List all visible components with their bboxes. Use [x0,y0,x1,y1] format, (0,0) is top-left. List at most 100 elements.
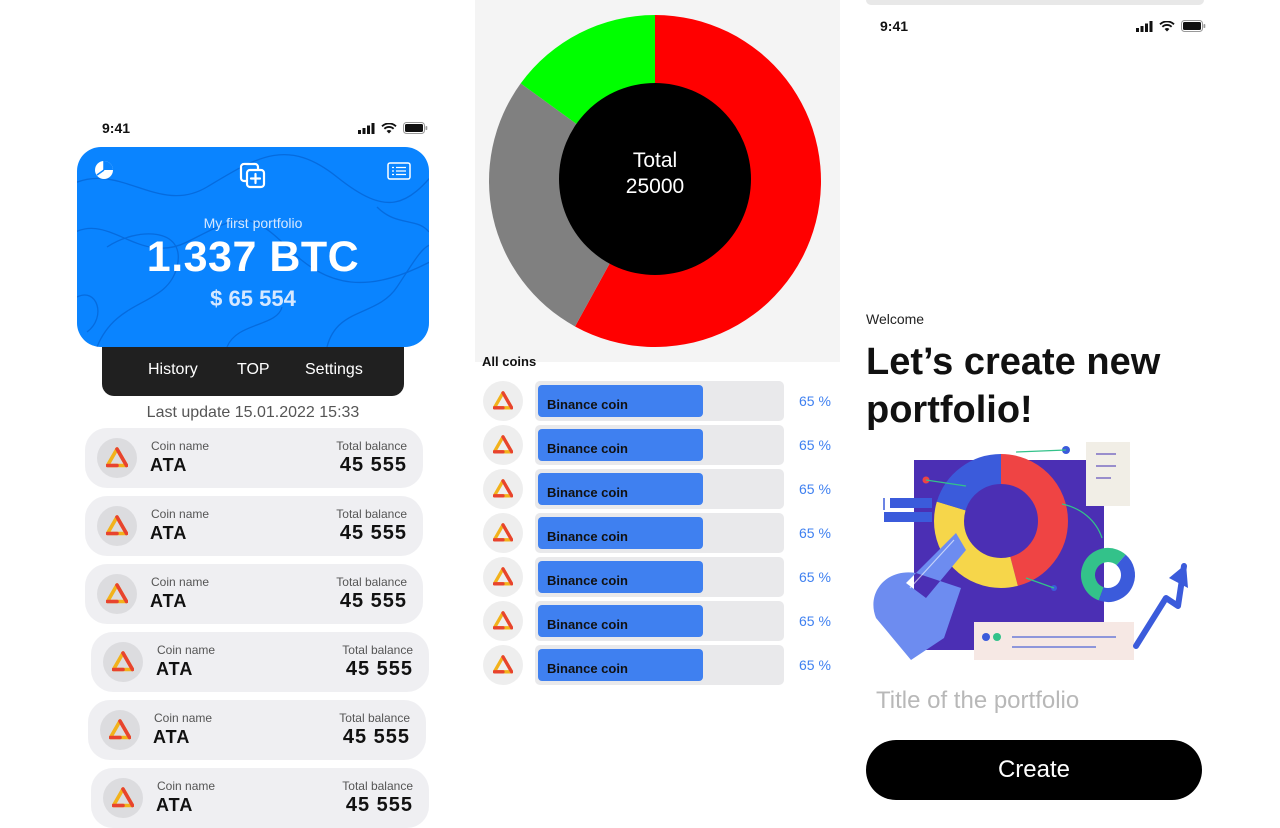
status-time-2: 9:41 [880,18,909,34]
coin-name-label: Coin name [151,507,210,521]
status-time: 9:41 [102,120,131,136]
coin-name-value: ATA [156,659,194,679]
share-bar-track: Binance coin [535,381,784,421]
tab-bar: History TOP Settings [102,347,404,396]
share-bar-track: Binance coin [535,513,784,553]
create-portfolio-headline: Let’s create new portfolio! [866,341,1161,431]
coin-logo-icon [483,469,523,509]
portfolio-title-input[interactable] [866,680,1202,722]
tab-history[interactable]: History [148,361,198,379]
battery-icon [403,122,428,134]
portfolio-name: My first portfolio [203,215,303,231]
share-percent: 65 % [799,569,831,585]
total-balance-value: 45 555 [345,658,413,680]
total-balance-label: Total balance [342,779,413,793]
coin-share-row[interactable]: Binance coin 65 % [482,469,837,509]
wifi-icon [381,122,397,133]
all-coins-title: All coins [482,354,537,369]
share-percent: 65 % [799,657,831,673]
share-percent: 65 % [799,613,831,629]
last-update: Last update 15.01.2022 15:33 [146,404,360,421]
total-balance-label: Total balance [339,711,410,725]
donut-center-label: Total [632,149,678,172]
battery-icon [1181,20,1206,32]
share-coin-name: Binance coin [547,397,628,412]
coin-logo-icon [483,557,523,597]
coin-logo-icon [100,710,140,750]
total-balance-value: 45 555 [339,590,407,612]
coin-row[interactable]: Coin name ATA Total balance 45 555 [88,700,426,760]
share-bar-track: Binance coin [535,645,784,685]
coin-logo-icon [97,438,137,478]
portfolio-amount: 1.337 BTC [146,233,360,281]
wifi-icon [1159,20,1175,31]
coin-logo-icon [483,601,523,641]
status-bar-2: 9:41 [880,18,1206,34]
coin-share-row[interactable]: Binance coin 65 % [482,601,837,641]
share-bar-fill: Binance coin [538,517,703,549]
share-bar-fill: Binance coin [538,605,703,637]
share-bar-fill: Binance coin [538,561,703,593]
coin-row[interactable]: Coin name ATA Total balance 45 555 [85,564,423,624]
total-balance-label: Total balance [336,575,407,589]
share-percent: 65 % [799,525,831,541]
total-balance-label: Total balance [336,439,407,453]
coin-row[interactable]: Coin name ATA Total balance 45 555 [91,768,429,828]
share-coin-name: Binance coin [547,617,628,632]
coin-share-row[interactable]: Binance coin 65 % [482,425,837,465]
welcome-label: Welcome [866,311,925,327]
share-percent: 65 % [799,481,831,497]
donut-center-total: Total 25000 [600,148,710,200]
share-coin-name: Binance coin [547,529,628,544]
coin-row[interactable]: Coin name ATA Total balance 45 555 [85,428,423,488]
signal-icon [358,122,375,134]
coin-name-value: ATA [150,591,188,611]
total-balance-value: 45 555 [339,522,407,544]
share-bar-track: Binance coin [535,557,784,597]
coin-name-label: Coin name [151,439,210,453]
donut-center-value: 25000 [625,175,685,198]
portfolio-card[interactable]: My first portfolio 1.337 BTC $ 65 554 [77,147,429,347]
share-coin-name: Binance coin [547,485,628,500]
coin-name-label: Coin name [157,643,216,657]
share-bar-track: Binance coin [535,469,784,509]
coin-name-value: ATA [153,727,191,747]
tab-settings[interactable]: Settings [305,361,363,379]
coin-name-label: Coin name [157,779,216,793]
tab-top[interactable]: TOP [237,361,270,379]
total-balance-label: Total balance [336,507,407,521]
coin-logo-icon [97,574,137,614]
device-edge [866,0,1204,5]
coin-logo-icon [103,642,143,682]
portfolio-fiat-value: $ 65 554 [210,286,296,311]
coin-name-value: ATA [150,523,188,543]
share-bar-track: Binance coin [535,425,784,465]
total-balance-value: 45 555 [342,726,410,748]
coin-logo-icon [483,381,523,421]
list-icon[interactable] [387,162,411,185]
share-bar-fill: Binance coin [538,473,703,505]
share-percent: 65 % [799,393,831,409]
add-copy-icon[interactable] [239,162,267,195]
share-bar-fill: Binance coin [538,385,703,417]
coin-logo-icon [483,645,523,685]
coin-row[interactable]: Coin name ATA Total balance 45 555 [85,496,423,556]
pie-chart-icon[interactable] [94,160,114,185]
portfolio-illustration [873,442,1188,660]
coin-name-label: Coin name [154,711,213,725]
create-button[interactable]: Create [866,740,1202,800]
total-balance-value: 45 555 [345,794,413,816]
coin-logo-icon [103,778,143,818]
coin-share-row[interactable]: Binance coin 65 % [482,557,837,597]
coin-row[interactable]: Coin name ATA Total balance 45 555 [91,632,429,692]
coin-name-value: ATA [156,795,194,815]
total-balance-label: Total balance [342,643,413,657]
coin-share-row[interactable]: Binance coin 65 % [482,513,837,553]
coin-share-row[interactable]: Binance coin 65 % [482,645,837,685]
share-coin-name: Binance coin [547,573,628,588]
share-percent: 65 % [799,437,831,453]
status-bar: 9:41 [102,120,428,136]
coin-share-row[interactable]: Binance coin 65 % [482,381,837,421]
share-bar-fill: Binance coin [538,649,703,681]
share-coin-name: Binance coin [547,661,628,676]
